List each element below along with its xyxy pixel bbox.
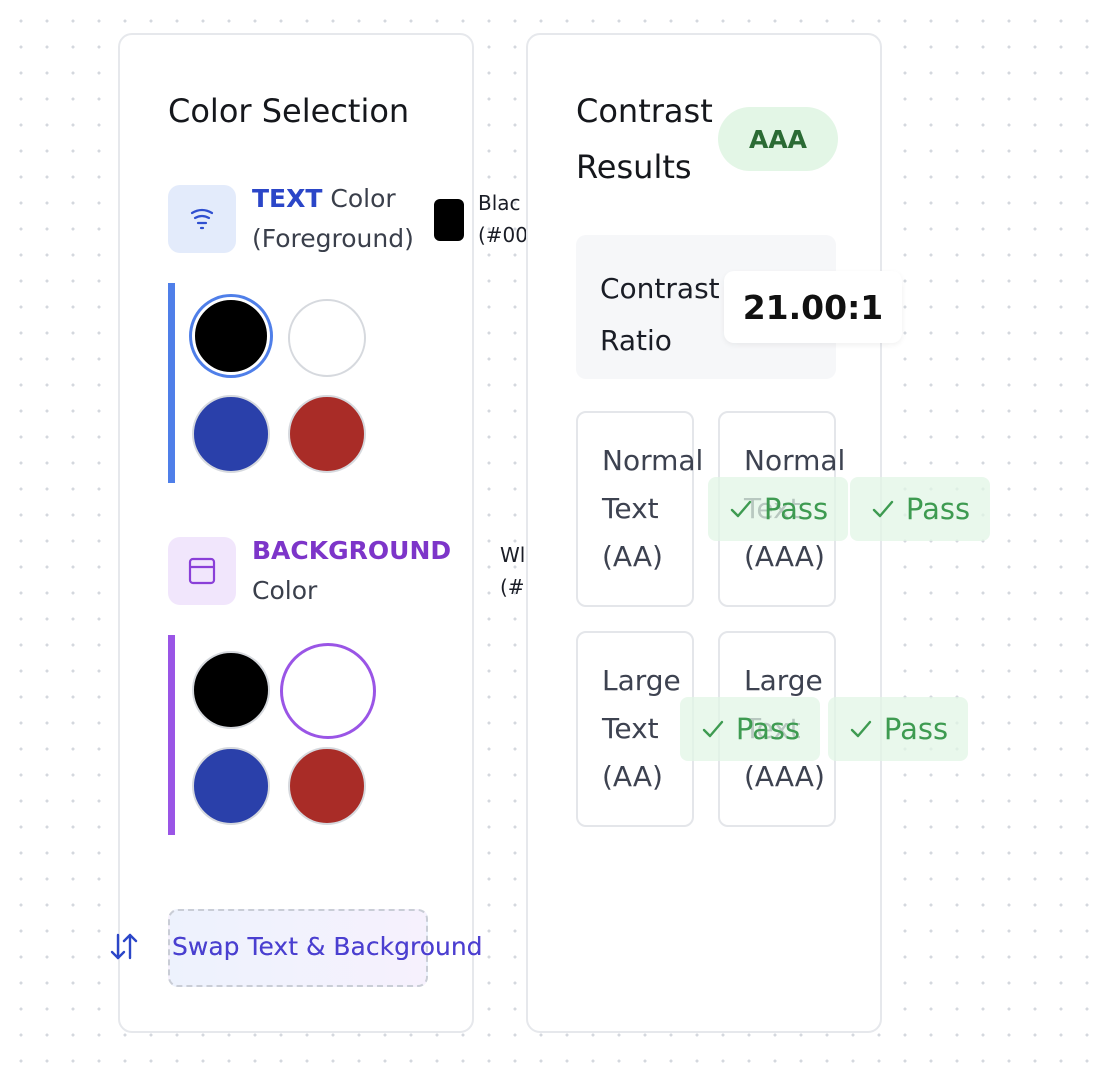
pass-badge-normal-aaa: Pass (850, 477, 990, 541)
text-keyword: TEXT (252, 184, 323, 213)
pass-badge-normal-aa: Pass (708, 477, 848, 541)
background-swatch-blue[interactable] (192, 747, 270, 825)
contrast-ratio-value: 21.00:1 (724, 271, 902, 343)
text-swatch-black[interactable] (192, 297, 270, 375)
background-heading-rest: Color (252, 576, 318, 605)
result-tile-normal-aa: Normal Text (AA) (576, 411, 704, 607)
result-label: Large Text (AA) (602, 664, 681, 793)
check-icon (872, 500, 894, 518)
result-tile-large-aa: Large Text (AA) (576, 631, 694, 827)
pass-label: Pass (735, 712, 801, 746)
text-swatch-red[interactable] (288, 395, 366, 473)
background-keyword: BACKGROUND (252, 536, 452, 565)
background-color-heading: BACKGROUND Color (252, 531, 452, 611)
swap-vertical-icon (108, 931, 140, 967)
contrast-ratio-panel: Contrast Ratio 21.00:1 (576, 235, 902, 379)
pass-badge-large-aa: Pass (680, 697, 820, 761)
background-swatch-red[interactable] (288, 747, 366, 825)
swap-colors-label: Swap Text & Background (172, 925, 483, 969)
background-swatch-white[interactable] (280, 643, 376, 739)
text-swatch-blue[interactable] (192, 395, 270, 473)
current-text-color-label: Blac (#00 (478, 191, 526, 247)
contrast-ratio-label: Contrast Ratio (600, 272, 720, 357)
text-swatch-white[interactable] (288, 299, 366, 377)
color-selection-card: Color Selection TEXT Color (Foreground) … (110, 33, 526, 1033)
current-text-color-chip[interactable] (434, 199, 464, 241)
background-swatch-black[interactable] (192, 651, 270, 729)
result-label: Normal Text (AA) (602, 444, 704, 573)
filter-lines-icon (168, 185, 236, 253)
pass-label: Pass (905, 492, 971, 526)
pass-badge-large-aaa: Pass (828, 697, 968, 761)
window-layout-icon (168, 537, 236, 605)
pass-label: Pass (883, 712, 949, 746)
check-icon (702, 720, 724, 738)
pass-label: Pass (763, 492, 829, 526)
check-icon (730, 500, 752, 518)
compliance-badge: AAA (718, 107, 838, 171)
check-icon (850, 720, 872, 738)
contrast-results-card: Contrast Results AAA Contrast Ratio 21.0… (526, 33, 990, 1033)
text-palette-accent-bar (168, 283, 175, 483)
text-color-heading: TEXT Color (Foreground) (252, 179, 432, 259)
contrast-results-title: Contrast Results (576, 92, 713, 186)
current-background-color-label: Wl (# (500, 543, 526, 599)
color-selection-title: Color Selection (168, 92, 410, 130)
background-palette-accent-bar (168, 635, 175, 835)
